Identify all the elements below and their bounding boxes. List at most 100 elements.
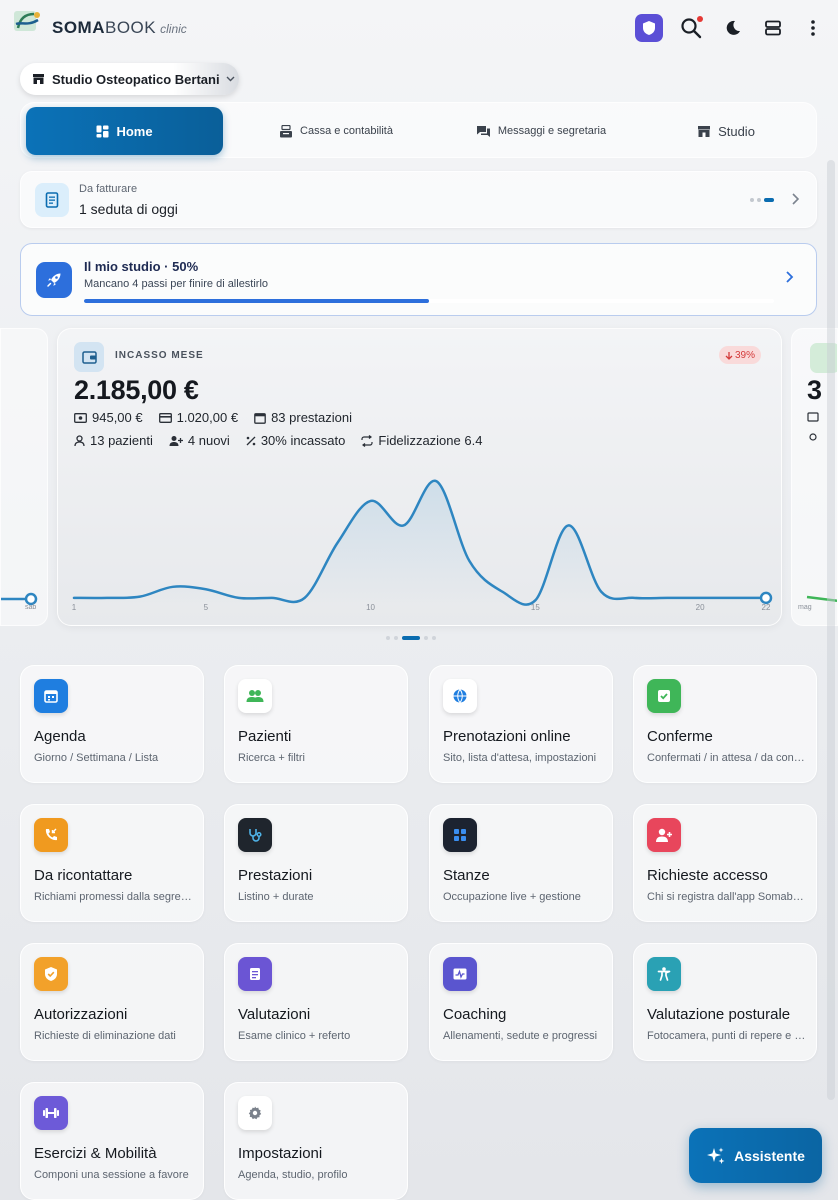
chart-point-day-7[interactable] <box>270 596 274 600</box>
tile-title: Stanze <box>443 867 490 884</box>
tab-studio[interactable]: Studio <box>661 107 791 155</box>
storefront-icon <box>33 74 44 84</box>
calendar-icon <box>34 679 68 713</box>
brand-suffix: clinic <box>160 22 187 36</box>
activity-icon <box>443 957 477 991</box>
tile-subtitle: Fotocamera, punti di repere e analisi <box>647 1030 807 1042</box>
tile-autorizzazioni[interactable]: Autorizzazioni Richieste di eliminazione … <box>20 943 204 1061</box>
chart-point-day-2[interactable] <box>105 596 109 600</box>
chart-point-day-20[interactable] <box>698 596 702 600</box>
studio-selector[interactable]: Studio Osteopatico Bertani <box>20 63 239 95</box>
chart-point-day-12[interactable] <box>434 479 438 483</box>
search-button[interactable] <box>677 14 705 42</box>
tile-subtitle: Richiami promessi dalla segretaria <box>34 891 194 903</box>
tile-stanze[interactable]: Stanze Occupazione live + gestione <box>429 804 613 922</box>
chart-point-day-8[interactable] <box>303 596 307 600</box>
studio-setup-banner[interactable]: Il mio studio · 50% Mancano 4 passi per … <box>20 243 817 316</box>
shield-check-icon <box>34 957 68 991</box>
assistant-button[interactable]: Assistente <box>689 1128 822 1183</box>
tile-title: Valutazione posturale <box>647 1006 791 1023</box>
chart-point-day-13[interactable] <box>467 559 471 563</box>
setup-progress-bar <box>84 299 774 303</box>
tab-home-label: Home <box>116 123 153 139</box>
tile-subtitle: Richieste di eliminazione dati <box>34 1030 176 1042</box>
carousel-dots <box>386 636 436 640</box>
more-vertical-icon <box>811 20 815 36</box>
chart-point-day-5[interactable] <box>204 587 208 591</box>
tile-richieste-accesso[interactable]: Richieste accesso Chi si registra dall'ap… <box>633 804 817 922</box>
tile-title: Impostazioni <box>238 1145 323 1162</box>
chat-icon <box>476 125 490 137</box>
rocket-icon <box>47 273 61 287</box>
tile-valutazione-posturale[interactable]: Valutazione posturale Fotocamera, punti d… <box>633 943 817 1061</box>
chart-point-day-21[interactable] <box>731 596 735 600</box>
page-scrollbar[interactable] <box>827 160 835 1100</box>
invoice-caption: Da fatturare <box>79 183 138 195</box>
tile-subtitle: Allenamenti, sedute e progressi <box>443 1030 598 1042</box>
tile-da-ricontattare[interactable]: Da ricontattare Richiami promessi dalla s… <box>20 804 204 922</box>
tile-agenda[interactable]: Agenda Giorno / Settimana / Lista <box>20 665 204 783</box>
chart-point-day-18[interactable] <box>632 596 636 600</box>
chart-point-day-17[interactable] <box>599 590 603 594</box>
tile-valutazioni[interactable]: Valutazioni Esame clinico + referto <box>224 943 408 1061</box>
chart-point-day-3[interactable] <box>138 595 142 599</box>
more-menu-button[interactable] <box>799 14 827 42</box>
tab-studio-label: Studio <box>718 123 755 139</box>
main-tabs: Home Cassa e contabilità Messaggi e segr… <box>20 102 817 158</box>
receipt-icon <box>45 192 59 208</box>
chart-point-day-19[interactable] <box>665 596 669 600</box>
monthly-income-card[interactable]: INCASSO MESE 39% 2.185,00 € 945,00 € 1.0… <box>57 328 782 626</box>
chart-point-day-22[interactable] <box>759 591 773 605</box>
chart-point-day-16[interactable] <box>566 523 570 527</box>
tile-conferme[interactable]: Conferme Confermati / in attesa / da conf… <box>633 665 817 783</box>
security-button[interactable] <box>635 14 663 42</box>
rooms-grid-icon <box>443 818 477 852</box>
people-icon <box>238 679 272 713</box>
invoice-banner[interactable]: Da fatturare 1 seduta di oggi <box>20 171 817 228</box>
chart-point-day-4[interactable] <box>171 585 175 589</box>
accessibility-icon <box>647 957 681 991</box>
tile-subtitle: Chi si registra dall'app Somabook <box>647 891 807 903</box>
chart-point-day-10[interactable] <box>369 499 373 503</box>
tile-title: Esercizi & Mobilità <box>34 1145 157 1162</box>
phone-callback-icon <box>34 818 68 852</box>
tile-coaching[interactable]: Coaching Allenamenti, sedute e progressi <box>429 943 613 1061</box>
person-add-icon <box>647 818 681 852</box>
tile-esercizi-and-mobilita[interactable]: Esercizi & Mobilità Componi una sessione … <box>20 1082 204 1200</box>
tile-impostazioni[interactable]: Impostazioni Agenda, studio, profilo <box>224 1082 408 1200</box>
dark-mode-toggle[interactable] <box>719 14 747 42</box>
brand-soma: SOMA <box>52 18 105 37</box>
chart-point-day-14[interactable] <box>500 590 504 594</box>
assistant-button-label: Assistente <box>734 1147 805 1164</box>
tile-prenotazioni-online[interactable]: Prenotazioni online Sito, lista d'attesa,… <box>429 665 613 783</box>
chevron-down-icon <box>226 76 235 82</box>
tile-pazienti[interactable]: Pazienti Ricerca + filtri <box>224 665 408 783</box>
tile-subtitle: Ricerca + filtri <box>238 752 305 764</box>
somabook-logo-icon[interactable] <box>10 8 44 36</box>
chart-point-day-11[interactable] <box>402 523 406 527</box>
studio-name: Studio Osteopatico Bertani <box>52 71 220 87</box>
layout-toggle[interactable] <box>759 14 787 42</box>
tile-prestazioni[interactable]: Prestazioni Listino + durate <box>224 804 408 922</box>
tile-subtitle: Agenda, studio, profilo <box>238 1169 348 1181</box>
chevron-right-icon[interactable] <box>790 192 800 206</box>
setup-icon-box <box>36 262 72 298</box>
chart-point-day-1[interactable] <box>72 596 76 600</box>
stethoscope-icon <box>238 818 272 852</box>
notification-dot <box>697 16 703 22</box>
tile-subtitle: Esame clinico + referto <box>238 1030 351 1042</box>
previous-stat-card-peek[interactable]: sab <box>0 328 48 626</box>
chart-point-day-9[interactable] <box>336 541 340 545</box>
tab-messaggi[interactable]: Messaggi e segretaria <box>441 107 641 155</box>
tab-home[interactable]: Home <box>26 107 223 155</box>
storefront-icon <box>698 125 711 137</box>
tile-title: Conferme <box>647 728 713 745</box>
document-icon <box>238 957 272 991</box>
tab-cassa[interactable]: Cassa e contabilità <box>251 107 421 155</box>
chevron-right-icon[interactable] <box>784 270 794 284</box>
chart-x-tick: 1 <box>72 603 77 612</box>
chart-point-day-6[interactable] <box>237 596 241 600</box>
chart-point-day-15[interactable] <box>533 598 537 602</box>
peek-left-label: sab <box>25 604 36 611</box>
app-brand: SOMABOOK clinic <box>52 18 187 38</box>
